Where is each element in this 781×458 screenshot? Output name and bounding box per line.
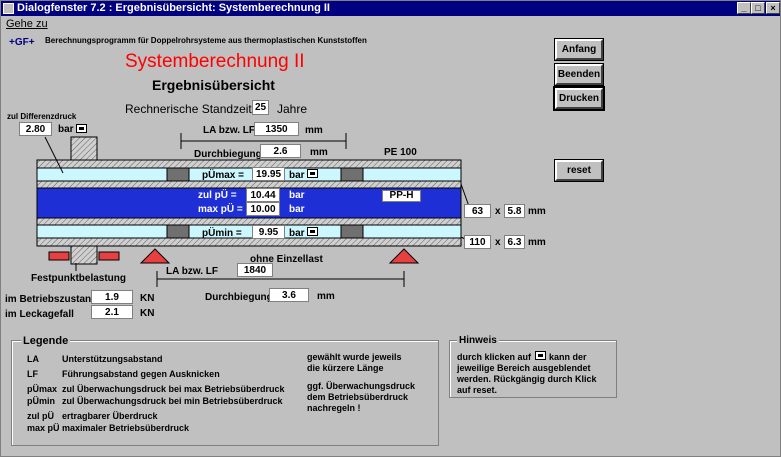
outer-dim-x: x (495, 237, 501, 248)
pumax-unit: bar (289, 170, 305, 181)
support-triangle (139, 248, 171, 264)
legende-desc: maximaler Betriebsüberdruck (62, 423, 190, 433)
annulus-top (36, 167, 462, 182)
legende-note: die kürzere Länge (307, 363, 384, 373)
annulus-bottom (36, 224, 462, 239)
support-triangle (388, 248, 420, 264)
legende-desc: zul Überwachungsdruck bei min Betriebsüb… (62, 396, 283, 406)
legende-key: pÜmin (27, 396, 55, 406)
legende-note: dem Betriebsüberdruck (307, 392, 409, 402)
bottom-branch-pipe (70, 245, 98, 265)
la-bot-label: LA bzw. LF (166, 266, 219, 277)
maxpu-value: 10.00 (246, 202, 280, 216)
legende-note: ggf. Überwachungsdruck (307, 381, 416, 391)
top-branch-pipe (70, 136, 98, 162)
legende-title: Legende (21, 335, 71, 347)
betrieb-value: 1.9 (91, 290, 133, 304)
outer-pipe-top-wall (36, 159, 462, 169)
legende-key: pÜmax (27, 384, 58, 394)
inner-wall: 5.8 (504, 204, 525, 218)
hinweis-line: kann der (549, 352, 587, 362)
toggle-pumin-icon[interactable] (307, 227, 318, 236)
dialog-window: Dialogfenster 7.2 : Ergebnisübersicht: S… (0, 0, 781, 457)
durch-bot-value: 3.6 (269, 288, 309, 302)
zulpu-value: 10.44 (246, 188, 280, 202)
durch-bot-label: Durchbiegung (205, 292, 273, 303)
zulpu-label: zul pÜ = (198, 190, 237, 201)
pumax-label: pÜmax = (202, 170, 244, 181)
legende-desc: zul Überwachungsdruck bei max Betriebsüb… (62, 384, 285, 394)
hinweis-toggle-icon (535, 351, 546, 360)
festpunkt-label: Festpunktbelastung (31, 273, 127, 284)
legende-desc: Unterstützungsabstand (62, 354, 163, 364)
pumax-value: 19.95 (252, 167, 285, 181)
legende-key: LA (27, 354, 39, 364)
durch-bot-unit: mm (317, 291, 335, 302)
pumin-value: 9.95 (252, 225, 285, 239)
legende-desc: Führungsabstand gegen Ausknicken (62, 369, 220, 379)
inner-diameter: 63 (464, 204, 491, 218)
spacer-block (340, 167, 364, 182)
inner-dim-unit: mm (528, 206, 546, 217)
spacer-block (166, 167, 190, 182)
betrieb-unit: KN (140, 293, 155, 304)
legende-key: LF (27, 369, 38, 379)
legende-key: max pÜ (27, 423, 60, 433)
zulpu-unit: bar (289, 190, 305, 201)
hinweis-line: durch klicken auf (457, 352, 532, 362)
legende-note: gewählt wurde jeweils (307, 352, 402, 362)
fixpoint-block (48, 251, 70, 261)
pumin-label: pÜmin = (202, 228, 242, 239)
hinweis-line: jeweilige Bereich ausgeblendet (457, 363, 591, 373)
inner-dim-x: x (495, 206, 501, 217)
la-bot-value: 1840 (237, 263, 273, 277)
betrieb-label: im Betriebszustand (5, 294, 98, 305)
outer-wall: 6.3 (504, 235, 525, 249)
leckage-unit: KN (140, 308, 155, 319)
leckage-label: im Leckagefall (5, 309, 74, 320)
spacer-block (166, 224, 190, 239)
legende-key: zul pÜ (27, 411, 54, 421)
hinweis-line: werden. Rückgängig durch Klick (457, 374, 597, 384)
outer-diameter: 110 (464, 235, 491, 249)
outer-material: PE 100 (384, 147, 417, 158)
inner-pipe-bottom-wall (36, 217, 462, 226)
maxpu-label: max pÜ = (198, 204, 243, 215)
hinweis-title: Hinweis (457, 335, 499, 346)
outer-dim-unit: mm (528, 237, 546, 248)
hinweis-line: auf reset. (457, 385, 498, 395)
outer-pipe-bottom-wall (36, 237, 462, 247)
legende-note: nachregeln ! (307, 403, 361, 413)
inner-pipe-top-wall (36, 180, 462, 189)
fixpoint-block (98, 251, 120, 261)
leckage-value: 2.1 (91, 305, 133, 319)
pumin-unit: bar (289, 228, 305, 239)
spacer-block (340, 224, 364, 239)
inner-material: PP-H (382, 190, 421, 202)
legende-desc: ertragbarer Überdruck (62, 411, 158, 421)
maxpu-unit: bar (289, 204, 305, 215)
toggle-pumax-icon[interactable] (307, 169, 318, 178)
